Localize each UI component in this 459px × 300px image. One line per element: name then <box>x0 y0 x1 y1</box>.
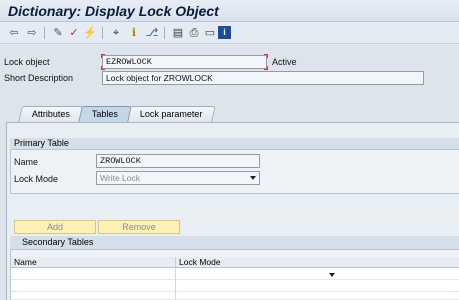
focus-corner <box>264 54 268 58</box>
primary-table-title: Primary Table <box>10 138 459 150</box>
display-change-icon[interactable]: ✎ <box>50 25 66 41</box>
toolbar-separator <box>44 27 45 39</box>
remove-button[interactable]: Remove <box>98 220 180 234</box>
name-label: Name <box>14 157 39 167</box>
back-icon[interactable]: ⇦ <box>6 25 22 41</box>
hierarchy-icon[interactable]: ⎇ <box>144 25 160 41</box>
where-used-icon[interactable]: ⌖ <box>108 25 124 41</box>
application-toolbar: ⇦ ⇨ ✎ ✓ ⚡ ⌖ ℹ ⎇ ▤ ⎙ ▭ i <box>0 22 459 44</box>
column-header-name: Name <box>11 257 175 268</box>
short-description-field[interactable]: Lock object for ZROWLOCK <box>102 71 424 85</box>
primary-table-name-field[interactable]: ZROWLOCK <box>96 154 260 168</box>
page-title: Dictionary: Display Lock Object <box>8 3 219 19</box>
help-icon[interactable]: i <box>218 26 231 39</box>
lock-mode-select[interactable]: Write Lock <box>96 171 260 185</box>
tab-lock-parameter[interactable]: Lock parameter <box>126 106 216 122</box>
focus-corner <box>264 66 268 70</box>
print-icon[interactable]: ⎙ <box>186 25 202 41</box>
status-text: Active <box>272 57 297 67</box>
check-icon[interactable]: ✓ <box>66 25 82 41</box>
tab-attributes[interactable]: Attributes <box>18 106 84 122</box>
window-icon[interactable]: ▭ <box>202 25 218 41</box>
cell-divider <box>175 280 176 292</box>
focus-corner <box>101 54 105 58</box>
tab-label: Tables <box>91 109 118 119</box>
focus-corner <box>101 66 105 70</box>
cell-divider <box>175 268 176 280</box>
toolbar-separator <box>164 27 165 39</box>
cell-divider <box>175 292 176 300</box>
lock-object-field[interactable]: EZROWLOCK <box>102 55 267 69</box>
tab-label: Lock parameter <box>139 109 203 119</box>
info-icon[interactable]: ℹ <box>126 25 142 41</box>
chevron-down-icon[interactable] <box>250 176 256 180</box>
layout-icon[interactable]: ▤ <box>170 25 186 41</box>
short-description-label: Short Description <box>4 73 74 83</box>
forward-icon[interactable]: ⇨ <box>24 25 40 41</box>
table-row[interactable] <box>11 280 459 292</box>
table-row[interactable] <box>11 268 459 280</box>
activate-icon[interactable]: ⚡ <box>82 25 98 41</box>
lock-object-label: Lock object <box>4 57 50 67</box>
chevron-down-icon[interactable] <box>329 273 335 277</box>
lock-mode-label: Lock Mode <box>14 174 59 184</box>
tab-label: Attributes <box>31 109 70 119</box>
secondary-tables-title: Secondary Tables <box>10 236 459 250</box>
tab-tables[interactable]: Tables <box>78 106 132 122</box>
table-row[interactable] <box>11 292 459 300</box>
toolbar-separator <box>102 27 103 39</box>
title-bar: Dictionary: Display Lock Object <box>0 0 459 22</box>
add-button[interactable]: Add <box>14 220 96 234</box>
column-header-lock-mode: Lock Mode <box>175 257 459 268</box>
